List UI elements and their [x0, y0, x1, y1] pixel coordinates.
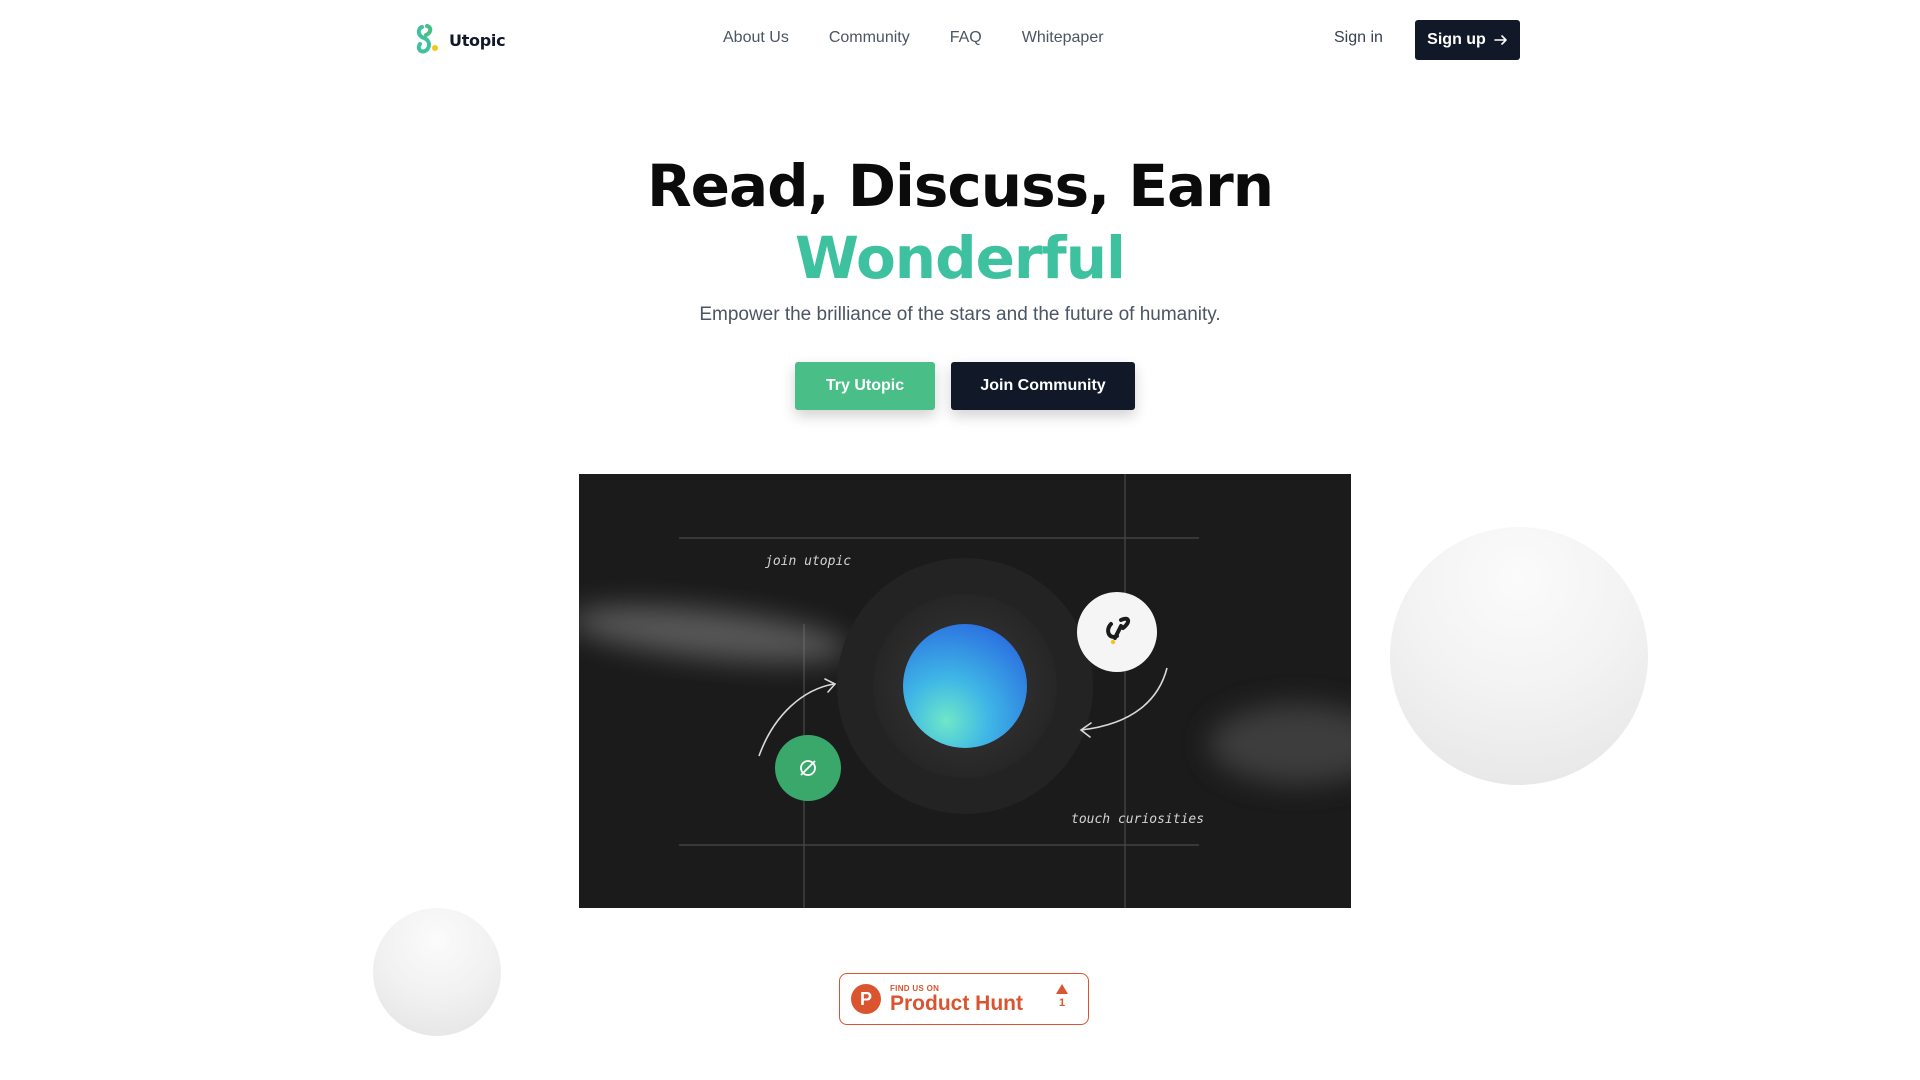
sign-up-button[interactable]: Sign up: [1415, 20, 1520, 60]
planet-orb: [903, 624, 1027, 748]
product-hunt-badge[interactable]: P FIND US ON Product Hunt 1: [839, 973, 1089, 1025]
decor-sphere-left: [373, 908, 501, 1036]
product-hunt-label: Product Hunt: [890, 991, 1023, 1015]
product-hunt-upvote: 1: [1056, 984, 1068, 1009]
join-community-button[interactable]: Join Community: [951, 362, 1135, 410]
product-hunt-text: FIND US ON Product Hunt: [890, 984, 1023, 1015]
nav-whitepaper[interactable]: Whitepaper: [1022, 29, 1104, 47]
try-utopic-button[interactable]: Try Utopic: [795, 362, 935, 410]
arrow-right-icon: [1494, 35, 1507, 45]
sign-in-link[interactable]: Sign in: [1334, 29, 1383, 47]
site-header: Utopic About Us Community FAQ Whitepaper…: [0, 0, 1920, 80]
logo-text: Utopic: [449, 30, 506, 50]
note-join-utopic: join utopic: [765, 554, 852, 569]
logo[interactable]: Utopic: [415, 24, 506, 56]
product-hunt-logo-icon: P: [851, 984, 881, 1014]
hero-subtitle: Empower the brilliance of the stars and …: [699, 304, 1221, 325]
utopic-logo-icon: [416, 24, 438, 54]
upvote-arrow-icon: [1056, 984, 1068, 994]
hero-video[interactable]: join utopic touch curiosities: [579, 474, 1351, 908]
upvote-count: 1: [1058, 997, 1066, 1009]
hero-title-line1: Read, Discuss, Earn: [646, 152, 1274, 220]
hero-title-highlight: Wonderful: [795, 224, 1126, 292]
decor-sphere-right: [1390, 527, 1648, 785]
hero-heading: Read, Discuss, Earn Wonderful: [0, 150, 1920, 294]
nav-faq[interactable]: FAQ: [950, 29, 982, 47]
nav-about-us[interactable]: About Us: [723, 29, 789, 47]
hero-illustration: [579, 474, 1351, 908]
note-touch-curiosities: touch curiosities: [1071, 812, 1205, 827]
main-nav: About Us Community FAQ Whitepaper: [723, 29, 1104, 47]
sign-up-label: Sign up: [1427, 31, 1486, 48]
nav-community[interactable]: Community: [829, 29, 910, 47]
